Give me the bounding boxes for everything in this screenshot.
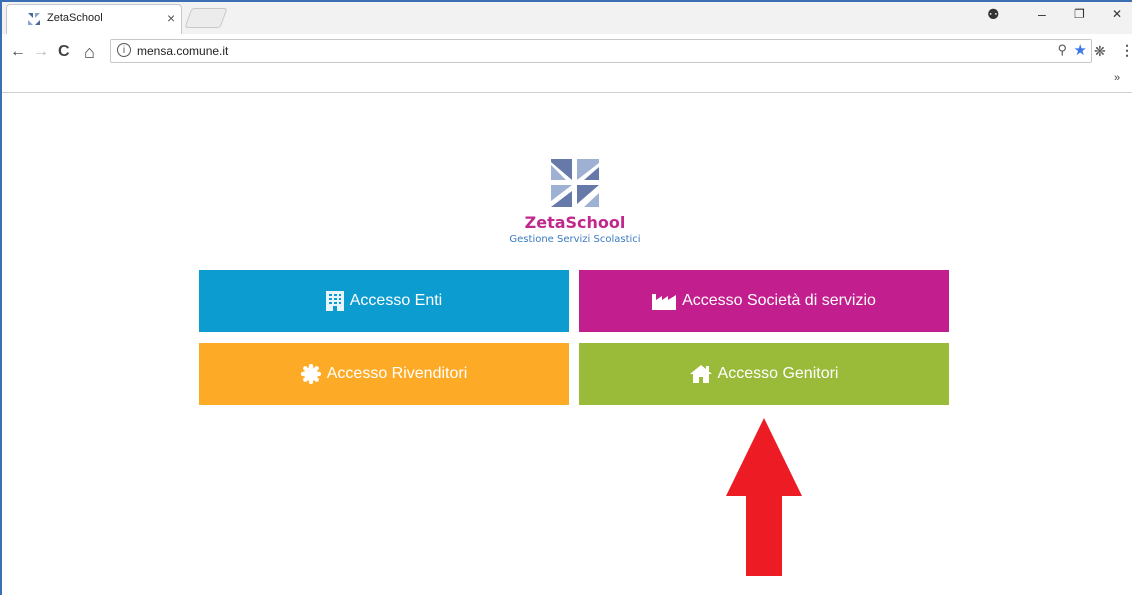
certificate-icon <box>300 364 321 384</box>
accesso-rivenditori-label: Accesso Rivenditori <box>326 365 468 382</box>
home-icon <box>689 365 712 383</box>
tab-title: ZetaSchool <box>47 12 103 24</box>
minimize-icon[interactable]: – <box>1038 4 1046 24</box>
profile-icon[interactable]: ⚉ <box>987 4 1000 24</box>
factory-icon <box>652 294 677 310</box>
up-arrow-icon <box>726 418 802 576</box>
accesso-genitori-label: Accesso Genitori <box>717 365 839 382</box>
accesso-societa-button[interactable]: Accesso Società di servizio <box>579 270 949 332</box>
more-bookmarks-button[interactable]: » <box>1114 72 1120 84</box>
forward-icon[interactable]: → <box>33 42 49 62</box>
restore-icon[interactable]: ❐ <box>1074 4 1085 24</box>
building-icon <box>325 291 344 311</box>
accesso-rivenditori-button[interactable]: Accesso Rivenditori <box>199 343 569 405</box>
info-icon[interactable]: i <box>117 43 131 57</box>
url-text[interactable]: mensa.comune.it <box>137 44 228 58</box>
accesso-societa-label: Accesso Società di servizio <box>682 292 876 309</box>
zetaschool-logo-icon <box>551 159 599 207</box>
new-tab-button[interactable] <box>184 8 228 28</box>
accesso-genitori-button[interactable]: Accesso Genitori <box>579 343 949 405</box>
home-button-icon[interactable]: ⌂ <box>84 42 95 62</box>
back-icon[interactable]: ← <box>10 42 26 62</box>
accesso-enti-button[interactable]: Accesso Enti <box>199 270 569 332</box>
zetaschool-favicon-icon <box>27 12 41 26</box>
bookmark-star-icon[interactable]: ★ <box>1074 41 1087 59</box>
browser-toolbar: ← → C ⌂ i mensa.comune.it ⚲ ★ ❋ ⋮ <box>2 34 1132 70</box>
bookmarks-bar: » <box>2 70 1132 93</box>
logo-subtitle: Gestione Servizi Scolastici <box>509 234 641 245</box>
zoom-icon[interactable]: ⚲ <box>1057 42 1067 58</box>
logo-title: ZetaSchool <box>524 213 626 232</box>
browser-tab[interactable]: ZetaSchool × <box>6 4 182 34</box>
tab-close-icon[interactable]: × <box>167 10 175 26</box>
address-bar[interactable]: i mensa.comune.it ⚲ ★ <box>110 39 1092 63</box>
menu-icon[interactable]: ⋮ <box>1120 42 1132 59</box>
page-content: ZetaSchool Gestione Servizi Scolastici A… <box>2 93 1132 595</box>
accesso-enti-label: Accesso Enti <box>349 292 443 309</box>
extension-icon[interactable]: ❋ <box>1094 43 1106 60</box>
reload-icon[interactable]: C <box>58 42 70 62</box>
tab-strip: ZetaSchool × ⚉ – ❐ ✕ <box>2 2 1132 34</box>
close-window-icon[interactable]: ✕ <box>1112 4 1122 24</box>
